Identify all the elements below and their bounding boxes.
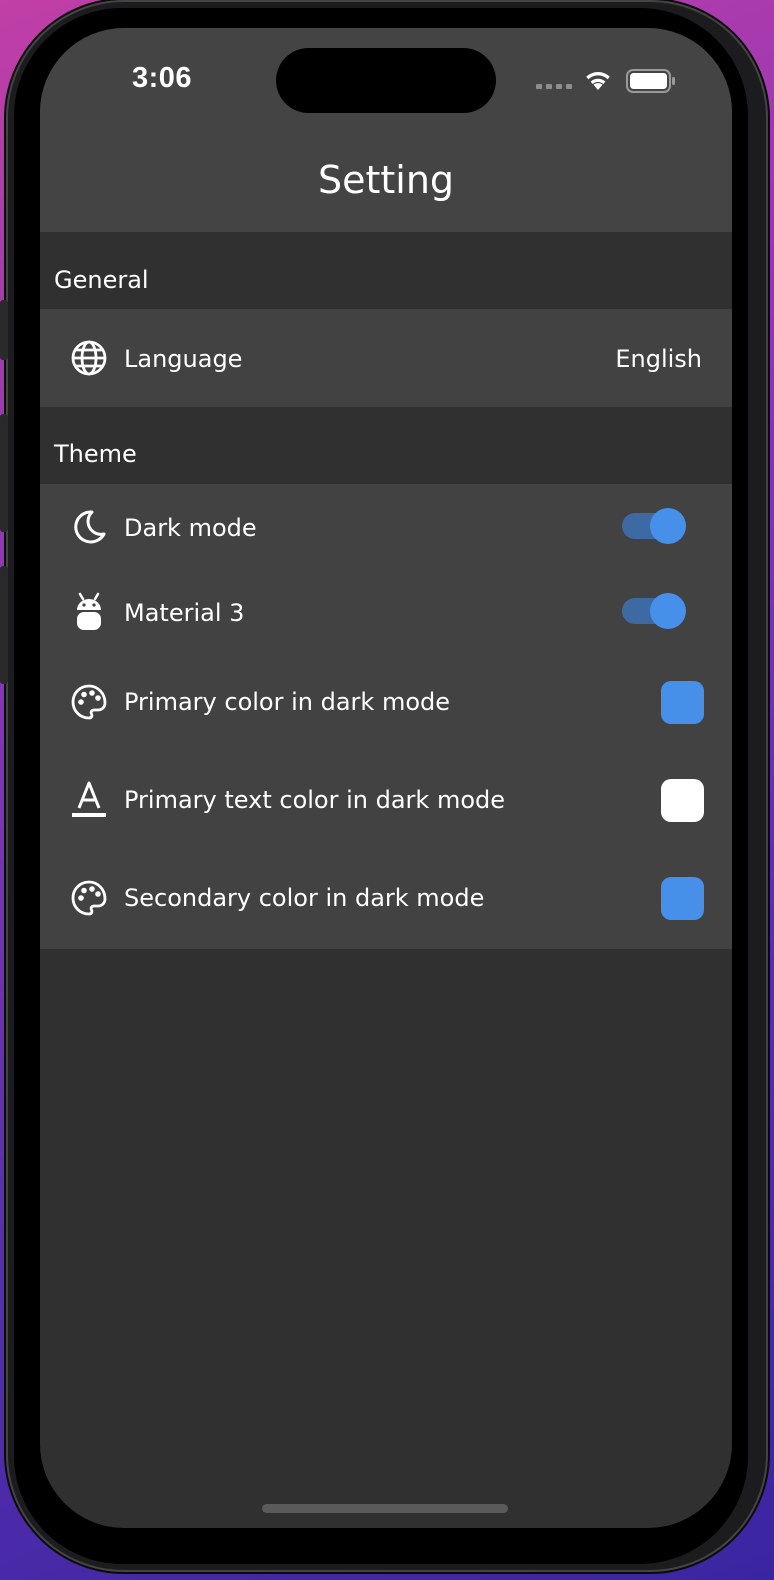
toggle-thumb [650, 593, 686, 629]
toggle-thumb [650, 508, 686, 544]
dark-mode-row[interactable]: Dark mode [40, 484, 732, 569]
screen: 3:06 Setting General Language English Th… [40, 28, 732, 1528]
moon-icon [70, 508, 108, 546]
section-header-theme: Theme [40, 407, 732, 484]
section-header-general: General [40, 232, 732, 309]
material3-label: Material 3 [124, 599, 245, 627]
material3-row[interactable]: Material 3 [40, 569, 732, 654]
primary-text-color-row[interactable]: Primary text color in dark mode [40, 752, 732, 850]
secondary-color-swatch[interactable] [661, 877, 704, 920]
cellular-signal-icon [536, 84, 572, 89]
language-row[interactable]: Language English [40, 309, 732, 407]
secondary-color-row[interactable]: Secondary color in dark mode [40, 850, 732, 949]
text-format-icon [70, 781, 108, 819]
secondary-color-label: Secondary color in dark mode [124, 884, 485, 912]
palette-icon [70, 683, 108, 721]
dynamic-island [276, 48, 496, 113]
material3-toggle[interactable] [622, 593, 686, 629]
theme-group: Dark mode Material 3 Primary color in da… [40, 484, 732, 949]
battery-icon [626, 69, 675, 93]
dark-mode-label: Dark mode [124, 514, 257, 542]
globe-icon [70, 339, 108, 377]
primary-text-color-label: Primary text color in dark mode [124, 786, 505, 814]
primary-color-label: Primary color in dark mode [124, 688, 451, 716]
dark-mode-toggle[interactable] [622, 508, 686, 544]
side-button [0, 300, 8, 360]
primary-color-row[interactable]: Primary color in dark mode [40, 654, 732, 752]
home-indicator[interactable] [262, 1504, 508, 1513]
palette-icon [70, 879, 108, 917]
language-label: Language [124, 345, 243, 373]
status-time: 3:06 [132, 62, 193, 94]
wifi-icon [586, 72, 610, 90]
primary-text-color-swatch[interactable] [661, 779, 704, 822]
language-value: English [615, 345, 702, 373]
side-button [0, 414, 8, 532]
android-icon [70, 592, 108, 631]
page-title: Setting [317, 158, 455, 202]
primary-color-swatch[interactable] [661, 681, 704, 724]
general-group: Language English [40, 309, 732, 407]
app-bar: 3:06 Setting [40, 28, 732, 232]
side-button [0, 566, 8, 684]
